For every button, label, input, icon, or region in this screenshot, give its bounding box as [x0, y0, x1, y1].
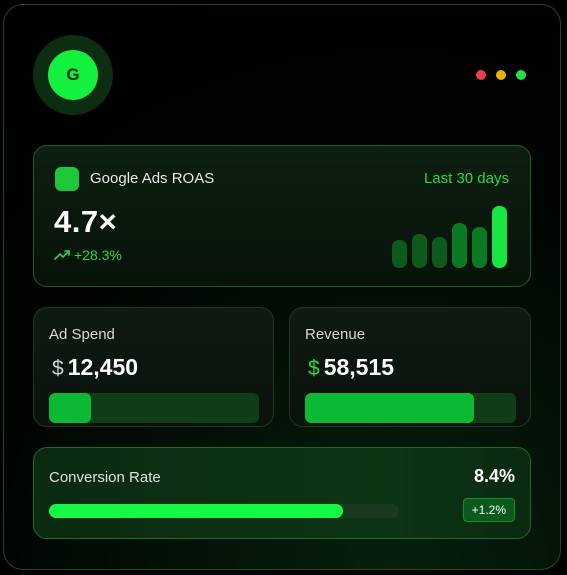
ad-spend-progress-track [49, 393, 259, 423]
ad-spend-currency: $ [52, 357, 64, 380]
roas-mini-bar [472, 227, 487, 268]
google-ads-icon [55, 167, 79, 191]
avatar[interactable]: G [48, 50, 98, 100]
revenue-amount: 58,515 [323, 354, 395, 380]
ad-spend-progress-fill [49, 393, 91, 423]
conversion-change-badge: +1.2% [462, 498, 515, 522]
roas-mini-bar [412, 234, 427, 268]
revenue-currency: $ [308, 357, 320, 380]
roas-card: Google Ads ROAS Last 30 days 4.7× +28.3% [33, 145, 531, 287]
avatar-letter: G [66, 65, 80, 84]
window-control-green-dot[interactable] [516, 70, 526, 80]
roas-mini-bar-chart [392, 206, 512, 268]
period-selector[interactable]: Last 30 days [424, 170, 509, 187]
conversion-label: Conversion Rate [49, 469, 161, 486]
roas-change-value: +28.3% [74, 247, 122, 263]
trending-up-icon [54, 250, 70, 260]
revenue-progress-track [305, 393, 516, 423]
revenue-progress-fill [305, 393, 474, 423]
roas-value: 4.7× [54, 204, 118, 239]
roas-mini-bar [392, 240, 407, 268]
conversion-card: Conversion Rate 8.4% +1.2% [33, 447, 531, 539]
roas-change: +28.3% [54, 247, 122, 263]
revenue-label: Revenue [305, 326, 366, 343]
ad-spend-value: $ 12,450 [52, 354, 138, 381]
conversion-value: 8.4% [473, 466, 515, 486]
window-control-yellow-dot[interactable] [496, 70, 506, 80]
roas-title: Google Ads ROAS [90, 170, 215, 187]
roas-mini-bar [452, 223, 467, 268]
conversion-progress-track [49, 504, 399, 518]
revenue-card: Revenue $ 58,515 [289, 307, 531, 427]
roas-mini-bar [432, 237, 447, 268]
window-control-red-dot[interactable] [476, 70, 486, 80]
revenue-value: $ 58,515 [308, 354, 394, 381]
conversion-progress-fill [49, 504, 343, 518]
ad-spend-label: Ad Spend [49, 326, 115, 343]
ad-spend-amount: 12,450 [67, 354, 139, 380]
ad-spend-card: Ad Spend $ 12,450 [33, 307, 274, 427]
roas-mini-bar [492, 206, 507, 268]
